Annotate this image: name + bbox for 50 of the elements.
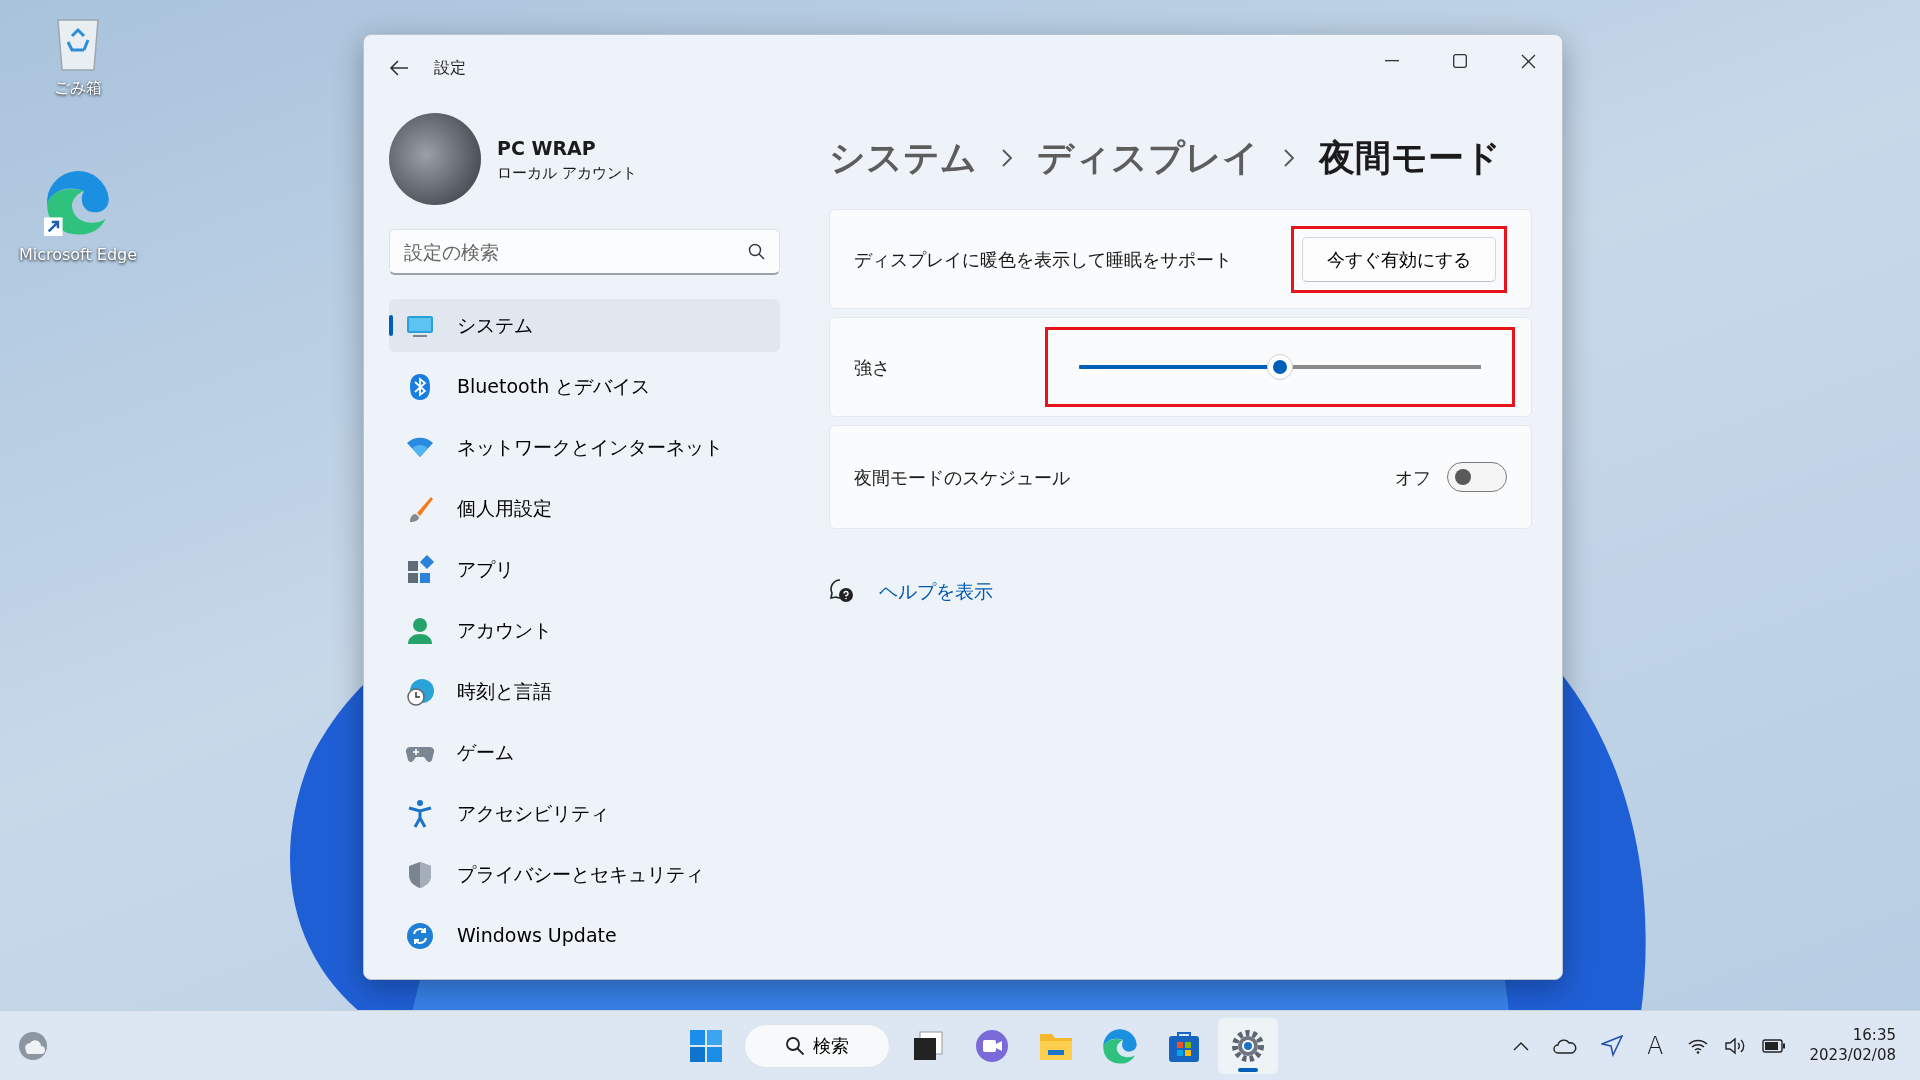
nav-item[interactable]: アプリ [389,543,780,596]
toggle-state-label: オフ [1395,465,1431,490]
chevron-up-icon[interactable] [1513,1040,1530,1051]
battery-icon[interactable] [1761,1038,1786,1053]
nav-item[interactable]: アカウント [389,604,780,657]
clock-globe-icon [405,676,435,707]
setting-label: ディスプレイに暖色を表示して睡眠をサポート [854,247,1232,272]
volume-icon[interactable] [1723,1036,1746,1055]
breadcrumb-link[interactable]: ディスプレイ [1037,131,1259,185]
nav-item[interactable]: 時刻と言語 [389,665,780,718]
nav-item[interactable]: ネットワークとインターネット [389,421,780,474]
cloud-icon[interactable] [1553,1037,1578,1054]
account-name: PC WRAP [497,135,597,161]
wifi-icon[interactable] [1687,1037,1708,1054]
nav-item[interactable]: 個人用設定 [389,482,780,535]
nav-item[interactable]: ゲーム [389,726,780,779]
settings-app-button[interactable] [1218,1017,1278,1074]
close-icon [1520,53,1536,69]
setting-label: 夜間モードのスケジュール [854,465,1070,490]
person-icon [405,615,435,646]
back-arrow-icon[interactable] [388,59,410,77]
clock-time[interactable]: 16:35 [1809,1026,1896,1046]
page-title: 夜間モード [1319,136,1501,180]
nav-item[interactable]: プライバシーとセキュリティ [389,848,780,901]
clock-date[interactable]: 2023/02/08 [1809,1045,1896,1065]
nav-item[interactable]: Bluetooth とデバイス [389,360,780,413]
window-title: 設定 [434,57,466,79]
chevron-right-icon [1001,148,1013,168]
search-field[interactable]: 設定の検索 [389,229,780,275]
location-arrow-icon[interactable] [1601,1034,1624,1057]
maximize-icon [1453,54,1467,68]
help-link[interactable]: ヘルプを表示 [879,577,993,606]
turn-on-now-button[interactable]: 今すぐ有効にする [1302,236,1496,282]
search-icon [748,243,766,261]
toggle-switch[interactable] [1447,462,1507,492]
nav-item[interactable]: Windows Update [389,909,780,962]
minimize-icon [1385,60,1399,62]
breadcrumb-link[interactable]: システム [829,131,977,185]
slider-thumb[interactable] [1267,354,1293,380]
sync-arrows-icon [405,920,435,951]
account-type: ローカル アカウント [497,163,637,184]
chevron-right-icon [1283,148,1295,168]
setting-label: 強さ [854,355,890,380]
taskbar-search-button[interactable]: 検索 [744,1023,890,1068]
nav-item[interactable]: システム [389,299,780,352]
apps-grid-icon [405,554,435,585]
ime-indicator[interactable]: A [1647,1027,1664,1064]
search-icon [785,1035,805,1056]
nav-item[interactable]: アクセシビリティ [389,787,780,840]
help-icon [829,578,855,605]
